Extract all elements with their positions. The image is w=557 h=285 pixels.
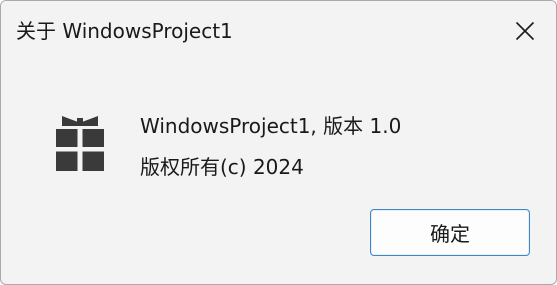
close-button[interactable] (494, 1, 556, 60)
version-text: WindowsProject1, 版本 1.0 (140, 114, 402, 138)
title-bar: 关于 WindowsProject1 (1, 1, 556, 60)
close-icon (515, 21, 535, 40)
ok-button[interactable]: 确定 (370, 209, 530, 256)
copyright-text: 版权所有(c) 2024 (140, 155, 304, 179)
window-title: 关于 WindowsProject1 (16, 19, 233, 43)
gift-icon (56, 116, 104, 171)
about-dialog: 关于 WindowsProject1 WindowsProject1, 版本 1… (0, 0, 557, 285)
